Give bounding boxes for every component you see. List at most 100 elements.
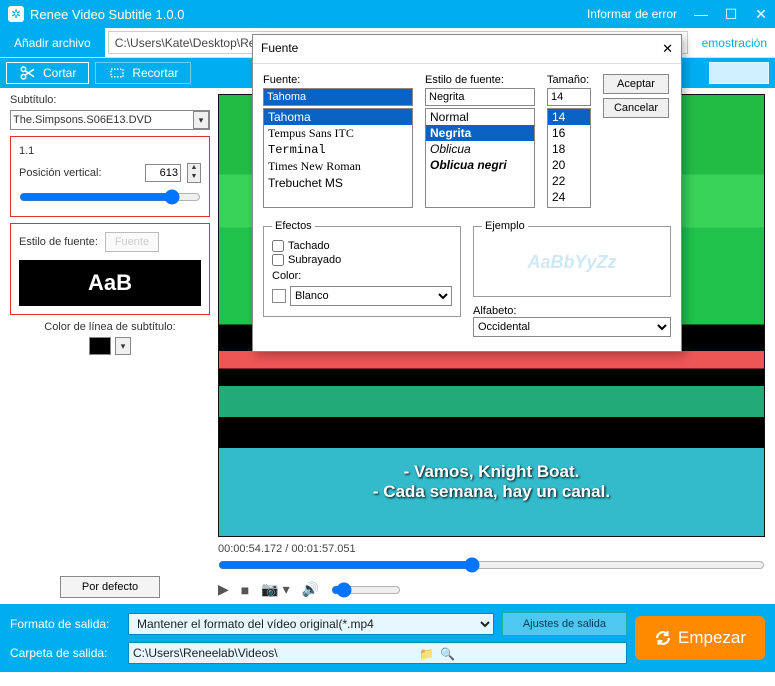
accept-button[interactable]: Aceptar bbox=[603, 74, 669, 94]
style-option[interactable]: Oblicua bbox=[426, 141, 534, 157]
crop-icon bbox=[108, 64, 126, 82]
start-label: Empezar bbox=[678, 628, 746, 648]
seek-slider[interactable] bbox=[218, 557, 765, 573]
output-format-label: Formato de salida: bbox=[10, 617, 120, 631]
font-option[interactable]: Times New Roman bbox=[264, 158, 412, 175]
color-select-label: Color: bbox=[272, 270, 452, 282]
playback-controls: ▶ ■ 📷 ▾ 🔊 bbox=[218, 581, 765, 598]
size-option[interactable]: 16 bbox=[548, 125, 590, 141]
volume-icon[interactable]: 🔊 bbox=[302, 581, 319, 598]
demo-link[interactable]: emostración bbox=[694, 28, 775, 57]
dialog-title: Fuente bbox=[261, 41, 298, 57]
search-icon[interactable]: 🔍 bbox=[440, 647, 455, 661]
font-option[interactable]: Tahoma bbox=[264, 109, 412, 125]
titlebar: Renee Video Subtitle 1.0.0 Informar de e… bbox=[0, 0, 775, 28]
line-color-label: Color de línea de subtítulo: bbox=[10, 321, 210, 333]
position-slider[interactable] bbox=[19, 189, 201, 205]
add-file-button[interactable]: Añadir archivo bbox=[0, 28, 105, 57]
font-name-input[interactable] bbox=[263, 88, 413, 106]
output-settings-button[interactable]: Ajustes de salida bbox=[502, 612, 627, 636]
output-folder-input[interactable] bbox=[128, 642, 627, 664]
style-option[interactable]: Normal bbox=[426, 109, 534, 125]
font-style-input[interactable] bbox=[425, 88, 535, 106]
size-list[interactable]: 14 16 18 20 22 24 26 bbox=[547, 108, 591, 208]
report-error-link[interactable]: Informar de error bbox=[587, 7, 677, 21]
cancel-button[interactable]: Cancelar bbox=[603, 98, 669, 118]
start-button[interactable]: Empezar bbox=[635, 616, 765, 660]
font-preview: AaB bbox=[19, 260, 201, 306]
play-icon[interactable]: ▶ bbox=[218, 581, 229, 598]
size-option[interactable]: 24 bbox=[548, 189, 590, 205]
style-option[interactable]: Oblicua negri bbox=[426, 157, 534, 173]
toolbar-spacer-box bbox=[709, 62, 769, 84]
spin-down-icon[interactable]: ▼ bbox=[188, 173, 200, 182]
close-icon[interactable]: ✕ bbox=[753, 6, 769, 23]
example-legend: Ejemplo bbox=[482, 220, 528, 232]
font-dialog: Fuente ✕ Fuente: Tahoma Tempus Sans ITC … bbox=[252, 34, 682, 352]
default-button[interactable]: Por defecto bbox=[60, 576, 160, 598]
crop-button[interactable]: Recortar bbox=[95, 62, 191, 84]
line-color-swatch bbox=[89, 337, 111, 355]
style-list[interactable]: Normal Negrita Oblicua Oblicua negri bbox=[425, 108, 535, 208]
position-input[interactable] bbox=[145, 164, 181, 182]
app-logo-icon bbox=[8, 6, 24, 22]
subtitle-caption: - Vamos, Knight Boat. - Cada semana, hay… bbox=[219, 462, 764, 502]
stop-icon[interactable]: ■ bbox=[241, 582, 249, 598]
style-field-label: Estilo de fuente: bbox=[425, 74, 535, 86]
subtitle-select[interactable]: The.Simpsons.S06E13.DVD ▾ bbox=[10, 110, 210, 130]
color-swatch-icon bbox=[272, 289, 286, 303]
alphabet-label: Alfabeto: bbox=[473, 305, 671, 317]
size-option[interactable]: 18 bbox=[548, 141, 590, 157]
subtitle-label: Subtítulo: bbox=[10, 94, 210, 106]
font-size-input[interactable] bbox=[547, 88, 591, 106]
subtitle-select-value: The.Simpsons.S06E13.DVD bbox=[13, 114, 152, 126]
output-folder-label: Carpeta de salida: bbox=[10, 646, 120, 660]
cut-label: Cortar bbox=[43, 66, 76, 80]
position-index: 1.1 bbox=[19, 145, 201, 157]
output-format-select[interactable]: Mantener el formato del vídeo original(*… bbox=[128, 613, 494, 635]
left-panel: Subtítulo: The.Simpsons.S06E13.DVD ▾ 1.1… bbox=[10, 94, 210, 598]
alphabet-select[interactable]: Occidental bbox=[473, 317, 671, 337]
window-title: Renee Video Subtitle 1.0.0 bbox=[30, 7, 587, 22]
size-option[interactable]: 22 bbox=[548, 173, 590, 189]
spin-up-icon[interactable]: ▲ bbox=[188, 164, 200, 173]
size-option[interactable]: 14 bbox=[548, 109, 590, 125]
underline-label: Subrayado bbox=[288, 254, 341, 266]
size-field-label: Tamaño: bbox=[547, 74, 591, 86]
minimize-icon[interactable]: — bbox=[693, 6, 709, 23]
font-field-label: Fuente: bbox=[263, 74, 413, 86]
caption-line-1: - Vamos, Knight Boat. bbox=[219, 462, 764, 482]
time-display: 00:00:54.172 / 00:01:57.051 bbox=[218, 543, 765, 555]
underline-checkbox[interactable]: Subrayado bbox=[272, 254, 452, 266]
strike-checkbox[interactable]: Tachado bbox=[272, 240, 452, 252]
volume-slider[interactable] bbox=[331, 582, 401, 598]
maximize-icon[interactable]: ☐ bbox=[723, 6, 739, 23]
crop-label: Recortar bbox=[132, 66, 178, 80]
dialog-close-icon[interactable]: ✕ bbox=[662, 41, 673, 57]
font-option[interactable]: Trebuchet MS bbox=[264, 175, 412, 191]
font-style-group: Estilo de fuente: Fuente AaB bbox=[10, 223, 210, 315]
style-option[interactable]: Negrita bbox=[426, 125, 534, 141]
effects-legend: Efectos bbox=[272, 220, 315, 232]
size-option[interactable]: 20 bbox=[548, 157, 590, 173]
folder-icon[interactable]: 📁 bbox=[419, 647, 434, 661]
caption-line-2: - Cada semana, hay un canal. bbox=[219, 482, 764, 502]
font-list[interactable]: Tahoma Tempus Sans ITC Terminal Times Ne… bbox=[263, 108, 413, 208]
bottom-bar: Formato de salida: Mantener el formato d… bbox=[0, 604, 775, 672]
font-option[interactable]: Terminal bbox=[264, 142, 412, 158]
scissors-icon bbox=[19, 64, 37, 82]
example-text: AaBbYyZz bbox=[482, 238, 662, 286]
cut-button[interactable]: Cortar bbox=[6, 62, 89, 84]
chevron-down-icon[interactable]: ▾ bbox=[193, 111, 209, 129]
snapshot-icon[interactable]: 📷 ▾ bbox=[261, 581, 289, 598]
line-color-dropdown[interactable]: ▾ bbox=[115, 337, 131, 355]
font-option[interactable]: Tempus Sans ITC bbox=[264, 125, 412, 142]
font-button[interactable]: Fuente bbox=[105, 232, 159, 252]
font-style-label: Estilo de fuente: bbox=[19, 236, 98, 248]
strike-label: Tachado bbox=[288, 240, 330, 252]
refresh-icon bbox=[654, 629, 672, 647]
position-spinner[interactable]: ▲▼ bbox=[187, 163, 201, 183]
effects-group: Efectos Tachado Subrayado Color: Blanco bbox=[263, 220, 461, 317]
example-group: Ejemplo AaBbYyZz bbox=[473, 220, 671, 297]
font-color-select[interactable]: Blanco bbox=[290, 286, 452, 306]
